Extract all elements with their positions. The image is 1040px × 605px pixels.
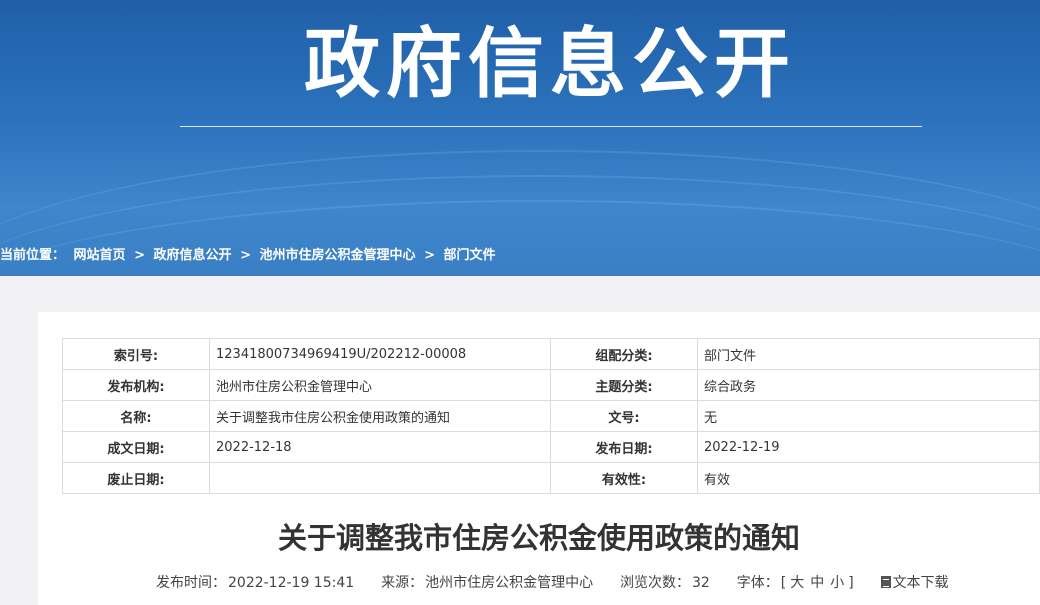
written-date-label: 成文日期: <box>62 431 210 463</box>
written-date-value: 2022-12-18 <box>209 431 551 463</box>
publish-time-value: 2022-12-19 15:41 <box>228 575 355 591</box>
name-value: 关于调整我市住房公积金使用政策的通知 <box>209 400 551 432</box>
doc-number-value: 无 <box>697 400 1040 432</box>
breadcrumb-separator: > <box>134 248 145 263</box>
article-title: 关于调整我市住房公积金使用政策的通知 <box>277 521 800 555</box>
font-bracket-close: ] <box>848 575 854 591</box>
index-number-label: 索引号: <box>62 338 210 370</box>
breadcrumb-gov-info-link[interactable]: 政府信息公开 <box>154 248 232 263</box>
font-medium-button[interactable]: 中 <box>808 575 826 591</box>
breadcrumb: 当前位置： 网站首页 > 政府信息公开 > 池州市住房公积金管理中心 > 部门文… <box>0 246 500 266</box>
banner-divider <box>180 126 922 127</box>
breadcrumb-prefix: 当前位置： <box>0 248 66 263</box>
expiry-date-value <box>209 462 551 494</box>
font-small-button[interactable]: 小 <box>828 575 846 591</box>
table-row: 名称: 关于调整我市住房公积金使用政策的通知 文号: 无 <box>62 400 1040 432</box>
validity-value: 有效 <box>697 462 1040 494</box>
category-label: 组配分类: <box>550 338 698 370</box>
breadcrumb-separator: > <box>424 248 435 263</box>
table-row: 发布机构: 池州市住房公积金管理中心 主题分类: 综合政务 <box>62 369 1040 401</box>
document-icon <box>880 576 891 588</box>
breadcrumb-center-link[interactable]: 池州市住房公积金管理中心 <box>260 248 416 263</box>
table-row: 成文日期: 2022-12-18 发布日期: 2022-12-19 <box>62 431 1040 463</box>
views-value: 32 <box>691 575 710 591</box>
publisher-label: 发布机构: <box>62 369 210 401</box>
publish-time-label: 发布时间： <box>156 575 226 591</box>
publisher-value: 池州市住房公积金管理中心 <box>209 369 551 401</box>
source-label: 来源： <box>381 575 424 591</box>
breadcrumb-separator: > <box>240 248 251 263</box>
category-value: 部门文件 <box>697 338 1040 370</box>
index-number-value: 12341800734969419U/202212-00008 <box>209 338 551 370</box>
doc-number-label: 文号: <box>550 400 698 432</box>
validity-label: 有效性: <box>550 462 698 494</box>
font-bracket-open: [ <box>780 575 787 591</box>
banner-title: 政府信息公开 <box>304 19 796 108</box>
table-row: 废止日期: 有效性: 有效 <box>62 462 1040 494</box>
views-label: 浏览次数： <box>619 575 690 591</box>
download-text-label: 文本下载 <box>892 575 949 591</box>
font-large-button[interactable]: 大 <box>788 575 806 591</box>
topic-label: 主题分类: <box>550 369 698 401</box>
download-text-button[interactable]: 文本下载 <box>880 575 951 591</box>
header-banner: 政府信息公开 当前位置： 网站首页 > 政府信息公开 > 池州市住房公积金管理中… <box>0 0 1040 276</box>
topic-value: 综合政务 <box>697 369 1040 401</box>
publish-date-label: 发布日期: <box>550 431 698 463</box>
table-row: 索引号: 12341800734969419U/202212-00008 组配分… <box>62 338 1040 370</box>
source-value: 池州市住房公积金管理中心 <box>425 575 594 591</box>
publish-date-value: 2022-12-19 <box>697 431 1040 463</box>
name-label: 名称: <box>62 400 210 432</box>
breadcrumb-home-link[interactable]: 网站首页 <box>74 248 126 263</box>
font-size-label: 字体： <box>736 575 779 591</box>
expiry-date-label: 废止日期: <box>62 462 210 494</box>
metadata-table: 索引号: 12341800734969419U/202212-00008 组配分… <box>62 338 1040 494</box>
breadcrumb-dept-docs-link[interactable]: 部门文件 <box>444 248 496 263</box>
article-info-bar: 发布时间： 2022-12-19 15:41 来源： 池州市住房公积金管理中心 浏览… <box>156 572 953 594</box>
